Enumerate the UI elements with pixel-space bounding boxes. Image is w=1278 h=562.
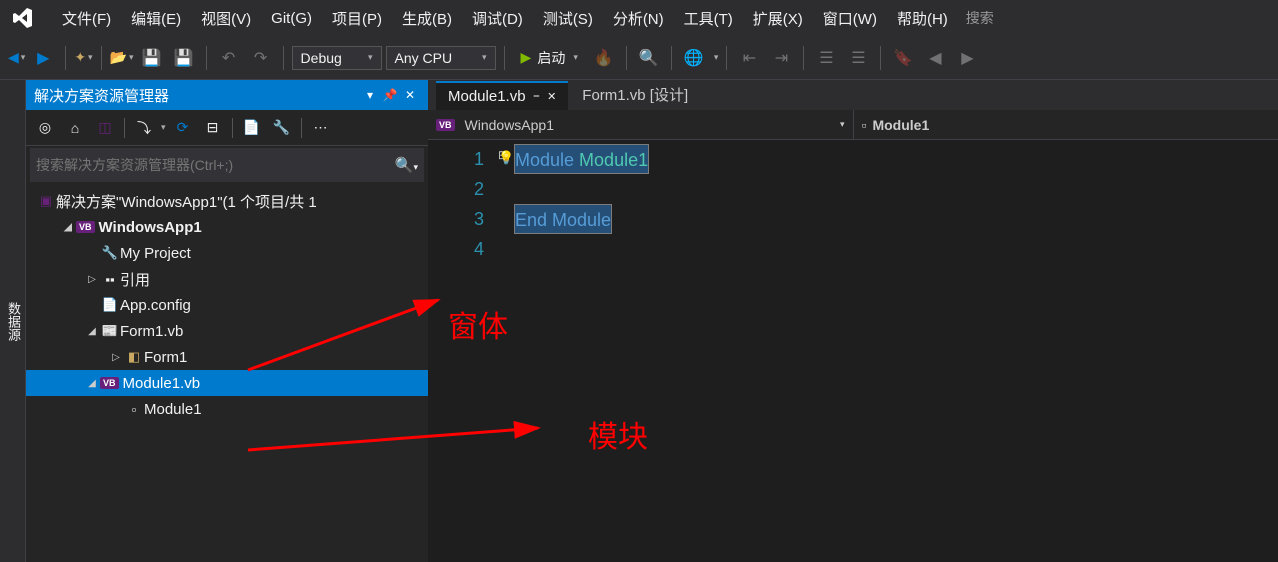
menu-help[interactable]: 帮助(H) bbox=[887, 0, 958, 36]
menu-window[interactable]: 窗口(W) bbox=[813, 0, 887, 36]
menu-file[interactable]: 文件(F) bbox=[52, 0, 121, 36]
start-button[interactable]: ▶启动▾ bbox=[513, 48, 586, 68]
toolbar: ◀▾ ▶ ✦▾ 📂▾ 💾 💾 ↶ ↷ Debug▾ Any CPU▾ ▶启动▾ … bbox=[0, 36, 1278, 80]
solution-icon: ▣ bbox=[36, 193, 56, 209]
references-node[interactable]: ▷ ▪▪ 引用 bbox=[26, 266, 428, 292]
menu-analyze[interactable]: 分析(N) bbox=[603, 0, 674, 36]
editor-tabs: Module1.vb ⎯ ✕ Form1.vb [设计] bbox=[428, 80, 1278, 110]
appconfig-node[interactable]: 📄 App.config bbox=[26, 292, 428, 318]
expand-icon[interactable]: ▷ bbox=[84, 274, 100, 285]
panel-title: 解决方案资源管理器 ▾ 📌 ✕ bbox=[26, 80, 428, 110]
hot-reload-icon[interactable]: 🔥 bbox=[590, 44, 618, 72]
menu-tools[interactable]: 工具(T) bbox=[674, 0, 743, 36]
pin-icon[interactable]: 📌 bbox=[380, 88, 400, 102]
menubar: 文件(F) 编辑(E) 视图(V) Git(G) 项目(P) 生成(B) 调试(… bbox=[0, 0, 1278, 36]
indent-decrease-icon[interactable]: ⇤ bbox=[735, 44, 763, 72]
properties-icon[interactable]: 🔧 bbox=[269, 115, 295, 141]
expand-icon[interactable]: ◢ bbox=[84, 326, 100, 337]
search-label[interactable]: 搜索 bbox=[966, 8, 994, 28]
dropdown-icon[interactable]: ▾ bbox=[360, 88, 380, 102]
toggle-views-icon[interactable]: ◎ bbox=[32, 115, 58, 141]
fold-column[interactable]: ⊟ bbox=[492, 140, 514, 562]
menu-debug[interactable]: 调试(D) bbox=[462, 0, 533, 36]
lightbulb-icon[interactable]: 💡 bbox=[498, 150, 514, 166]
vb-icon: VB bbox=[100, 377, 119, 389]
module1-node[interactable]: ▫ Module1 bbox=[26, 396, 428, 422]
platform-select[interactable]: Any CPU▾ bbox=[386, 46, 496, 70]
form1-node[interactable]: ▷ ◧ Form1 bbox=[26, 344, 428, 370]
new-item-button[interactable]: ✦▾ bbox=[74, 49, 92, 66]
menu-view[interactable]: 视图(V) bbox=[191, 0, 261, 36]
search-input[interactable] bbox=[36, 157, 395, 173]
module-icon: ▫ bbox=[862, 117, 867, 133]
nav-forward-button[interactable]: ▶ bbox=[29, 44, 57, 72]
nav-member[interactable]: ▫ Module1 bbox=[854, 110, 1278, 139]
search-icon[interactable]: 🔍▾ bbox=[395, 156, 418, 174]
save-all-button[interactable]: 💾 bbox=[170, 44, 198, 72]
pin-tab-icon[interactable]: ⎯ bbox=[534, 90, 540, 103]
vb-icon: VB bbox=[76, 221, 95, 233]
project-node[interactable]: ◢ VB WindowsApp1 bbox=[26, 214, 428, 240]
module1vb-node[interactable]: ◢ VB Module1.vb bbox=[26, 370, 428, 396]
editor: Module1.vb ⎯ ✕ Form1.vb [设计] VB WindowsA… bbox=[428, 80, 1278, 562]
menu-edit[interactable]: 编辑(E) bbox=[121, 0, 191, 36]
form-class-icon: ◧ bbox=[124, 349, 144, 365]
bookmark-icon[interactable]: 🔖 bbox=[889, 44, 917, 72]
menu-build[interactable]: 生成(B) bbox=[392, 0, 462, 36]
save-button[interactable]: 💾 bbox=[138, 44, 166, 72]
datasource-tab[interactable]: 数据源 bbox=[0, 80, 26, 562]
config-icon: 📄 bbox=[100, 297, 120, 313]
home-icon[interactable]: ⌂ bbox=[62, 115, 88, 141]
expand-icon[interactable]: ◢ bbox=[84, 378, 100, 389]
refresh-icon[interactable]: ⟳ bbox=[170, 115, 196, 141]
comment-icon[interactable]: ☰ bbox=[812, 44, 840, 72]
open-button[interactable]: 📂▾ bbox=[110, 49, 134, 66]
solution-node[interactable]: ▣ 解决方案"WindowsApp1"(1 个项目/共 1 bbox=[26, 188, 428, 214]
solution-tree: ▣ 解决方案"WindowsApp1"(1 个项目/共 1 ◢ VB Windo… bbox=[26, 184, 428, 562]
vs-logo-icon bbox=[8, 4, 36, 32]
bookmark-next-icon[interactable]: ▶ bbox=[953, 44, 981, 72]
menu-git[interactable]: Git(G) bbox=[261, 0, 322, 36]
module-icon: ▫ bbox=[124, 402, 144, 417]
solution-explorer-panel: 解决方案资源管理器 ▾ 📌 ✕ ◎ ⌂ ◫ ⤵ ▾ ⟳ ⊟ 📄 🔧 ⋯ 🔍▾ bbox=[26, 80, 428, 562]
sync-active-icon[interactable]: ◫ bbox=[92, 115, 118, 141]
close-icon[interactable]: ✕ bbox=[400, 88, 420, 102]
bookmark-prev-icon[interactable]: ◀ bbox=[921, 44, 949, 72]
vb-icon: VB bbox=[436, 119, 455, 131]
preview-icon[interactable]: ⋯ bbox=[308, 115, 334, 141]
tab-form1[interactable]: Form1.vb [设计] bbox=[570, 79, 700, 110]
show-all-icon[interactable]: 📄 bbox=[239, 115, 265, 141]
expand-icon[interactable]: ▷ bbox=[108, 352, 124, 363]
form-file-icon: 📰 bbox=[100, 323, 120, 339]
menu-test[interactable]: 测试(S) bbox=[533, 0, 603, 36]
code-area[interactable]: 1 2 3 4 💡 ⊟ Module Module1 End Module bbox=[428, 140, 1278, 562]
browser-link-icon[interactable]: 🌐 bbox=[680, 44, 708, 72]
find-in-files-icon[interactable]: 🔍 bbox=[635, 44, 663, 72]
tab-module1[interactable]: Module1.vb ⎯ ✕ bbox=[436, 81, 568, 110]
close-tab-icon[interactable]: ✕ bbox=[547, 90, 556, 103]
nav-back-button[interactable]: ◀▾ bbox=[8, 49, 25, 66]
panel-search[interactable]: 🔍▾ bbox=[30, 148, 424, 182]
scope-icon[interactable]: ⤵ bbox=[131, 115, 157, 141]
wrench-icon: 🔧 bbox=[100, 245, 120, 261]
menu-project[interactable]: 项目(P) bbox=[322, 0, 392, 36]
menu-extensions[interactable]: 扩展(X) bbox=[743, 0, 813, 36]
indent-increase-icon[interactable]: ⇥ bbox=[767, 44, 795, 72]
undo-button[interactable]: ↶ bbox=[215, 44, 243, 72]
nav-bar: VB WindowsApp1 ▾ ▫ Module1 bbox=[428, 110, 1278, 140]
expand-icon[interactable]: ◢ bbox=[60, 222, 76, 233]
panel-toolbar: ◎ ⌂ ◫ ⤵ ▾ ⟳ ⊟ 📄 🔧 ⋯ bbox=[26, 110, 428, 146]
gutter: 1 2 3 4 bbox=[428, 140, 492, 562]
my-project-node[interactable]: 🔧 My Project bbox=[26, 240, 428, 266]
code-lines[interactable]: Module Module1 End Module bbox=[514, 140, 1278, 562]
redo-button[interactable]: ↷ bbox=[247, 44, 275, 72]
uncomment-icon[interactable]: ☰ bbox=[844, 44, 872, 72]
form1vb-node[interactable]: ◢ 📰 Form1.vb bbox=[26, 318, 428, 344]
nav-project[interactable]: VB WindowsApp1 ▾ bbox=[428, 110, 854, 139]
collapse-all-icon[interactable]: ⊟ bbox=[200, 115, 226, 141]
references-icon: ▪▪ bbox=[100, 272, 120, 287]
config-select[interactable]: Debug▾ bbox=[292, 46, 382, 70]
